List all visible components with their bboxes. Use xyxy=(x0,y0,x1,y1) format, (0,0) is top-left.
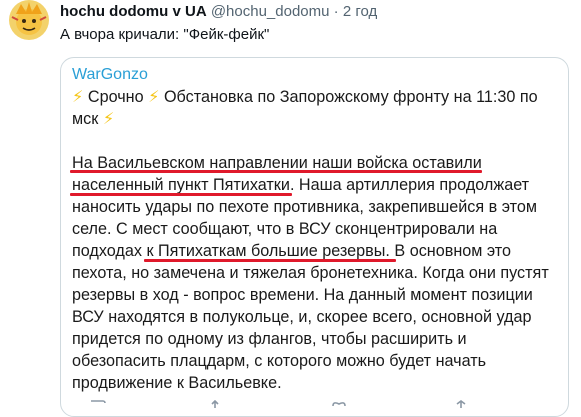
quote-line-3: На Васильевском направлении наши войска … xyxy=(70,152,562,174)
quote-line-13: продвижение к Васильевке. xyxy=(72,374,282,392)
quoted-tweet-text: ⚡ Срочно ⚡ Обстановка по Запорожскому фр… xyxy=(70,86,562,394)
tweet[interactable]: hochu dodomu v UA @hochu_dodomu · 2 год … xyxy=(0,0,581,417)
quote-line-11: придется по одному из флангов, чтобы рас… xyxy=(72,330,467,348)
quote-line-7: подходах к Пятихаткам большие резервы. В… xyxy=(72,242,512,262)
quote-line-12: обезопасить плацдарм, с которого можно б… xyxy=(72,352,487,370)
tweet-header: hochu dodomu v UA @hochu_dodomu · 2 год xyxy=(60,3,377,21)
tweet-actions xyxy=(60,400,560,408)
highlighted-text-2: населенный пункт Пятихатки xyxy=(72,176,290,194)
quote-line-10: ВСУ находятся в полукольце, и, скорее вс… xyxy=(72,308,532,326)
quote-line-4: населенный пункт Пятихатки. Наша артилле… xyxy=(70,176,530,196)
reply-icon[interactable] xyxy=(88,400,106,408)
author-name[interactable]: hochu dodomu v UA xyxy=(60,3,207,20)
red-underline-1 xyxy=(70,170,482,173)
share-icon[interactable] xyxy=(452,400,470,408)
red-underline-3 xyxy=(144,259,396,262)
author-handle[interactable]: @hochu_dodomu xyxy=(211,3,330,20)
lightning-icon: ⚡ xyxy=(102,110,115,128)
quoted-tweet-card[interactable]: WarGonzo ⚡ Срочно ⚡ Обстановка по Запоро… xyxy=(60,57,569,417)
highlighted-text-3: к Пятихаткам большие резервы xyxy=(146,242,386,260)
retweet-icon[interactable] xyxy=(210,400,228,408)
quote-line-1: ⚡ Срочно ⚡ Обстановка по Запорожскому фр… xyxy=(72,88,538,106)
like-icon[interactable] xyxy=(330,400,348,408)
red-underline-2 xyxy=(70,193,292,196)
header-separator: · xyxy=(333,3,339,20)
quote-line-5: наносить удары по пехоте противника, зак… xyxy=(72,198,538,216)
quote-line-9: резервы в ход - вопрос времени. На данны… xyxy=(72,286,533,304)
quote-line-8: пехота, но замечена и тяжелая бронетехни… xyxy=(72,264,549,282)
avatar[interactable] xyxy=(9,0,49,40)
avatar-image xyxy=(9,0,49,40)
quote-line-2: мск ⚡ xyxy=(72,110,115,128)
quoted-author[interactable]: WarGonzo xyxy=(72,65,148,85)
lightning-icon: ⚡ xyxy=(72,88,84,106)
tweet-text: А вчора кричали: "Фейк-фейк" xyxy=(60,26,270,43)
quote-line-6: селе. С мест сообщают, что в ВСУ сконцен… xyxy=(72,220,498,238)
lightning-icon: ⚡ xyxy=(148,88,160,106)
tweet-timestamp[interactable]: 2 год xyxy=(343,3,377,20)
